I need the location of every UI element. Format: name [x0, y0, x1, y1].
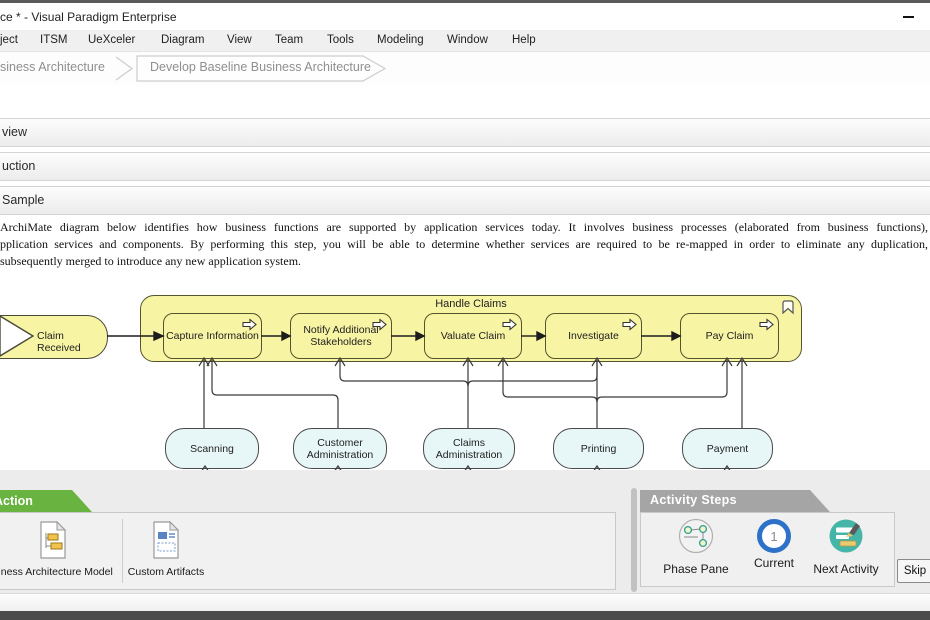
action-item-label: siness Architecture Model — [0, 566, 115, 578]
activity-steps-tab: Activity Steps — [640, 490, 830, 512]
shape-label: Capture Information — [166, 330, 259, 342]
shape-process-capture-information[interactable]: Capture Information — [163, 313, 262, 359]
next-activity-icon — [828, 518, 864, 554]
description-line: pplication services and components. By p… — [0, 236, 928, 253]
menu-item-diagram[interactable]: Diagram — [161, 34, 204, 46]
group-title: Handle Claims — [141, 298, 801, 310]
phase-pane-icon — [678, 518, 714, 554]
description-line: ArchiMate diagram below identifies how b… — [0, 219, 928, 236]
process-arrow-icon — [372, 318, 387, 331]
scrollbar-thumb[interactable] — [631, 488, 637, 592]
menu-item-uexceler[interactable]: UeXceler — [88, 34, 135, 46]
menu-item-view[interactable]: View — [227, 34, 252, 46]
event-triangle-icon — [0, 315, 36, 357]
breadcrumb: siness Architecture Develop Baseline Bus… — [0, 52, 930, 85]
shape-process-notify-additional-stakeholders[interactable]: Notify Additional Stakeholders — [290, 313, 392, 359]
description-paragraph: ArchiMate diagram below identifies how b… — [0, 219, 928, 270]
menu-item-tools[interactable]: Tools — [327, 34, 354, 46]
action-item-business-architecture-model[interactable]: siness Architecture Model — [0, 517, 115, 583]
shape-process-investigate[interactable]: Investigate — [545, 313, 642, 359]
activity-steps-panel: Phase Pane 1 Current Next Activity — [640, 512, 895, 587]
section-label: uction — [2, 159, 35, 173]
shape-service-payment[interactable]: Payment — [682, 428, 773, 469]
shape-label: Investigate — [568, 330, 619, 342]
collapsed-bottom-strip[interactable] — [0, 593, 930, 613]
document-list-icon — [150, 520, 182, 560]
process-arrow-icon — [502, 318, 517, 331]
process-arrow-icon — [759, 318, 774, 331]
section-label: view — [2, 125, 27, 139]
shape-label: Printing — [581, 443, 617, 455]
action-panel: siness Architecture Model Custom Artifac… — [0, 512, 616, 590]
shape-label: Pay Claim — [706, 330, 754, 342]
process-arrow-icon — [242, 318, 257, 331]
shape-label: Scanning — [190, 443, 234, 455]
activity-step-next-activity[interactable]: Next Activity — [803, 518, 889, 576]
activity-step-label: Current — [741, 556, 807, 570]
menu-item-window[interactable]: Window — [447, 34, 488, 46]
document-diagram-icon — [37, 520, 69, 560]
menu-item-modeling[interactable]: Modeling — [377, 34, 424, 46]
shape-process-pay-claim[interactable]: Pay Claim — [680, 313, 779, 359]
shape-service-customer-administration[interactable]: Customer Administration — [293, 428, 387, 469]
activity-steps-tab-label: Activity Steps — [650, 493, 737, 507]
window-title: ce * - Visual Paradigm Enterprise — [0, 10, 177, 24]
menu-item-help[interactable]: Help — [512, 34, 536, 46]
archimate-diagram: Handle Claims Claim Received Capture Inf… — [0, 288, 930, 473]
action-item-custom-artifacts[interactable]: Custom Artifacts — [123, 517, 209, 583]
description-line: subsequently merged to introduce any new… — [0, 253, 928, 270]
shape-process-valuate-claim[interactable]: Valuate Claim — [424, 313, 522, 359]
menu-item-project[interactable]: ject — [0, 34, 18, 46]
shape-label: Customer Administration — [294, 437, 386, 461]
section-header-sample[interactable]: Sample — [0, 186, 930, 215]
section-label: Sample — [2, 193, 44, 207]
section-header-overview[interactable]: view — [0, 118, 930, 147]
process-arrow-icon — [622, 318, 637, 331]
menu-item-itsm[interactable]: ITSM — [40, 34, 67, 46]
breadcrumb-item-business-architecture[interactable]: siness Architecture — [0, 60, 105, 74]
shape-label: Claims Administration — [424, 437, 514, 461]
title-bar: ce * - Visual Paradigm Enterprise — [0, 3, 930, 30]
shape-label: Claim Received — [37, 330, 107, 354]
shape-service-claims-administration[interactable]: Claims Administration — [423, 428, 515, 469]
current-step-number: 1 — [770, 529, 777, 544]
shape-service-printing[interactable]: Printing — [553, 428, 644, 469]
collapse-chevron-icon[interactable] — [780, 299, 796, 315]
window-bottom-bar — [0, 611, 930, 620]
shape-label: Valuate Claim — [441, 330, 506, 342]
section-header-introduction[interactable]: uction — [0, 152, 930, 181]
menu-bar: ject ITSM UeXceler Diagram View Team Too… — [0, 30, 930, 52]
skip-button[interactable]: Skip — [897, 559, 930, 583]
minimize-icon[interactable] — [903, 16, 914, 18]
breadcrumb-item-develop-baseline[interactable]: Develop Baseline Business Architecture — [150, 60, 371, 74]
activity-step-current[interactable]: 1 Current — [741, 518, 807, 570]
activity-step-label: Next Activity — [803, 562, 889, 576]
action-tab-label: Action — [0, 494, 33, 508]
shape-service-scanning[interactable]: Scanning — [165, 428, 259, 469]
activity-step-phase-pane[interactable]: Phase Pane — [653, 518, 739, 576]
action-item-label: Custom Artifacts — [123, 566, 209, 578]
menu-item-team[interactable]: Team — [275, 34, 303, 46]
current-step-ring-icon: 1 — [757, 519, 791, 553]
shape-label: Payment — [707, 443, 748, 455]
app-window: ce * - Visual Paradigm Enterprise ject I… — [0, 0, 930, 620]
activity-step-label: Phase Pane — [653, 562, 739, 576]
